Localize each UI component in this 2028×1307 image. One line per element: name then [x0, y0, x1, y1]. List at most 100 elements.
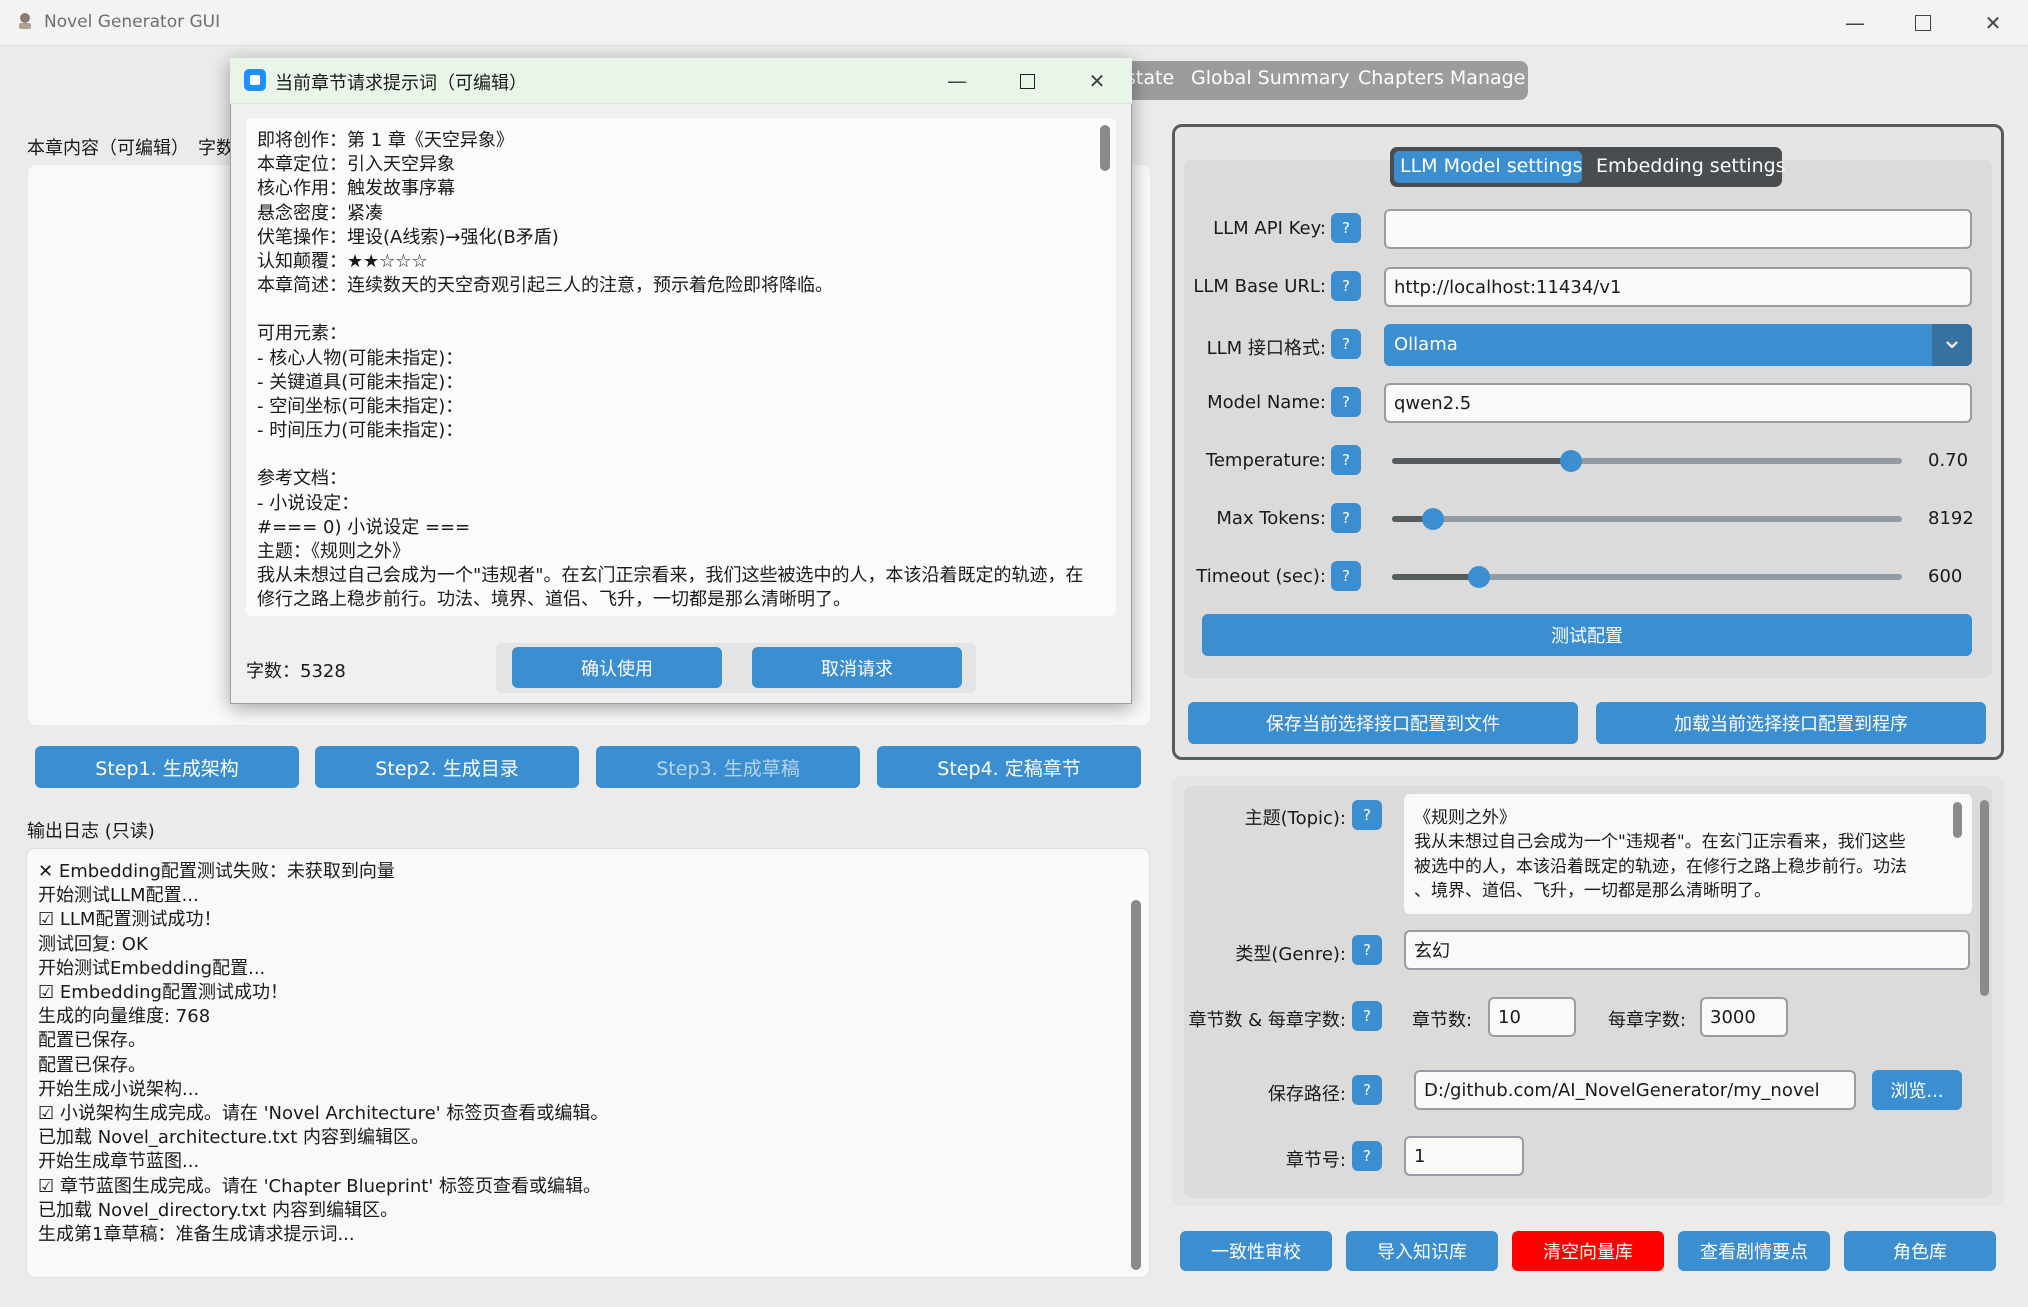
app-title: Novel Generator GUI: [44, 12, 221, 32]
base-url-label: LLM Base URL:: [1193, 276, 1326, 297]
timeout-slider-knob[interactable]: [1468, 566, 1490, 588]
tab-global-summary[interactable]: Global Summary: [1191, 67, 1349, 89]
log-line: 生成的向量维度: 768: [38, 1006, 211, 1028]
chapter-count-label: 章节数:: [1412, 1010, 1473, 1031]
dialog-title: 当前章节请求提示词（可编辑）: [275, 73, 527, 94]
topic-text: 《规则之外》 我从未想过自己会成为一个"违规者"。在玄门正宗看来，我们这些 被选…: [1414, 808, 1907, 901]
confirm-use-button[interactable]: 确认使用: [512, 647, 722, 688]
dialog-maximize-button[interactable]: [992, 58, 1062, 104]
app-icon: [19, 13, 31, 29]
chevron-down-icon[interactable]: [1932, 324, 1972, 366]
log-line: ☑ Embedding配置测试成功！: [38, 982, 288, 1004]
log-line: 开始生成小说架构...: [38, 1078, 200, 1100]
model-name-help-button[interactable]: ?: [1331, 387, 1361, 417]
chapters-help-button[interactable]: ?: [1352, 1001, 1382, 1031]
log-line: 配置已保存。: [38, 1030, 146, 1052]
max-tokens-slider[interactable]: [1392, 508, 1902, 530]
genre-help-button[interactable]: ?: [1352, 935, 1382, 965]
genre-label: 类型(Genre):: [1235, 944, 1346, 965]
api-key-label: LLM API Key:: [1213, 218, 1326, 239]
log-lines: ✕ Embedding配置测试失败：未获取到向量 开始测试LLM配置... ☑ …: [38, 860, 608, 1247]
dialog-char-count: 字数：5328: [246, 661, 346, 682]
log-line: 开始生成章节蓝图...: [38, 1151, 200, 1173]
tab-chapters-manage[interactable]: Chapters Manage: [1358, 67, 1525, 89]
topic-label: 主题(Topic):: [1244, 808, 1346, 829]
base-url-input[interactable]: http://localhost:11434/v1: [1384, 267, 1972, 307]
dialog-minimize-button[interactable]: —: [922, 58, 992, 104]
save-config-button[interactable]: 保存当前选择接口配置到文件: [1188, 702, 1578, 744]
checkbox-icon: ☑: [38, 1175, 55, 1197]
editor-char-count-label: 字数: [198, 138, 234, 159]
temperature-slider-fill: [1392, 458, 1571, 464]
log-scrollbar[interactable]: [1131, 900, 1141, 1270]
timeout-slider-fill: [1392, 574, 1479, 580]
checkbox-icon: ☑: [38, 1103, 55, 1125]
browse-button[interactable]: 浏览...: [1872, 1070, 1962, 1110]
timeout-label: Timeout (sec):: [1196, 566, 1326, 587]
prompt-text: 即将创作：第 1 章《天空异象》 本章定位：引入天空异象 核心作用：触发故事序幕…: [257, 130, 1084, 611]
maximize-window-button[interactable]: [1888, 0, 1958, 46]
log-label: 输出日志 (只读): [27, 821, 155, 842]
import-knowledge-button[interactable]: 导入知识库: [1346, 1231, 1498, 1271]
temperature-slider[interactable]: [1392, 450, 1902, 472]
load-config-button[interactable]: 加载当前选择接口配置到程序: [1596, 702, 1986, 744]
model-name-input[interactable]: qwen2.5: [1384, 383, 1972, 423]
dialog-close-button[interactable]: ✕: [1062, 58, 1132, 104]
topic-help-button[interactable]: ?: [1352, 800, 1382, 830]
api-key-input[interactable]: [1384, 209, 1972, 249]
params-scrollbar[interactable]: [1980, 800, 1989, 996]
api-key-help-button[interactable]: ?: [1331, 213, 1361, 243]
max-tokens-label: Max Tokens:: [1216, 508, 1326, 529]
interface-format-label: LLM 接口格式:: [1206, 338, 1326, 359]
timeout-help-button[interactable]: ?: [1331, 561, 1361, 591]
log-line: 测试回复: OK: [38, 933, 148, 955]
log-line: ✕ Embedding配置测试失败：未获取到向量: [38, 861, 395, 882]
words-per-chapter-label: 每章字数:: [1608, 1010, 1687, 1031]
chapters-label: 章节数 & 每章字数:: [1188, 1010, 1346, 1031]
log-line: ☑ LLM配置测试成功！: [38, 909, 222, 931]
temperature-value: 0.70: [1928, 450, 1969, 471]
chapter-number-label: 章节号:: [1285, 1150, 1346, 1171]
base-url-help-button[interactable]: ?: [1331, 271, 1361, 301]
log-line: 开始测试LLM配置...: [38, 885, 199, 907]
step3-generate-draft-button[interactable]: Step3. 生成草稿: [596, 746, 860, 788]
test-config-button[interactable]: 测试配置: [1202, 614, 1972, 656]
interface-format-help-button[interactable]: ?: [1331, 329, 1361, 359]
consistency-check-button[interactable]: 一致性审校: [1180, 1231, 1332, 1271]
checkbox-icon: ☑: [38, 909, 55, 931]
log-line: 生成第1章草稿：准备生成请求提示词...: [38, 1224, 355, 1246]
close-window-button[interactable]: ✕: [1958, 0, 2028, 46]
save-path-label: 保存路径:: [1267, 1084, 1346, 1105]
step1-generate-architecture-button[interactable]: Step1. 生成架构: [35, 746, 299, 788]
max-tokens-help-button[interactable]: ?: [1331, 503, 1361, 533]
save-path-help-button[interactable]: ?: [1352, 1075, 1382, 1105]
words-per-chapter-input[interactable]: 3000: [1700, 997, 1788, 1037]
max-tokens-slider-knob[interactable]: [1422, 508, 1444, 530]
cancel-request-button[interactable]: 取消请求: [752, 647, 962, 688]
clear-vector-store-button[interactable]: 清空向量库: [1512, 1231, 1664, 1271]
temperature-help-button[interactable]: ?: [1331, 445, 1361, 475]
temperature-slider-knob[interactable]: [1560, 450, 1582, 472]
genre-input[interactable]: 玄幻: [1404, 930, 1970, 970]
segment-llm-model-settings[interactable]: LLM Model settings: [1400, 155, 1582, 177]
segment-embedding-settings[interactable]: Embedding settings: [1596, 155, 1786, 177]
chapter-count-input[interactable]: 10: [1488, 997, 1576, 1037]
editor-label: 本章内容（可编辑）: [27, 138, 189, 159]
step4-finalize-chapter-button[interactable]: Step4. 定稿章节: [877, 746, 1141, 788]
save-path-input[interactable]: D:/github.com/AI_NovelGenerator/my_novel: [1414, 1070, 1856, 1110]
timeout-slider[interactable]: [1392, 566, 1902, 588]
chapter-number-input[interactable]: 1: [1404, 1136, 1524, 1176]
minimize-window-button[interactable]: —: [1820, 0, 1890, 46]
log-line: 已加载 Novel_directory.txt 内容到编辑区。: [38, 1199, 399, 1221]
view-plot-points-button[interactable]: 查看剧情要点: [1678, 1231, 1830, 1271]
tab-state[interactable]: state: [1126, 67, 1174, 89]
prompt-scrollbar[interactable]: [1100, 125, 1110, 171]
log-line: ☑ 章节蓝图生成完成。请在 'Chapter Blueprint' 标签页查看或…: [38, 1175, 602, 1197]
topic-scrollbar[interactable]: [1953, 802, 1962, 838]
log-line: 配置已保存。: [38, 1054, 146, 1076]
chapter-number-help-button[interactable]: ?: [1352, 1141, 1382, 1171]
character-library-button[interactable]: 角色库: [1844, 1231, 1996, 1271]
interface-format-select[interactable]: Ollama: [1384, 324, 1972, 366]
checkbox-icon: ☑: [38, 982, 55, 1004]
step2-generate-directory-button[interactable]: Step2. 生成目录: [315, 746, 579, 788]
